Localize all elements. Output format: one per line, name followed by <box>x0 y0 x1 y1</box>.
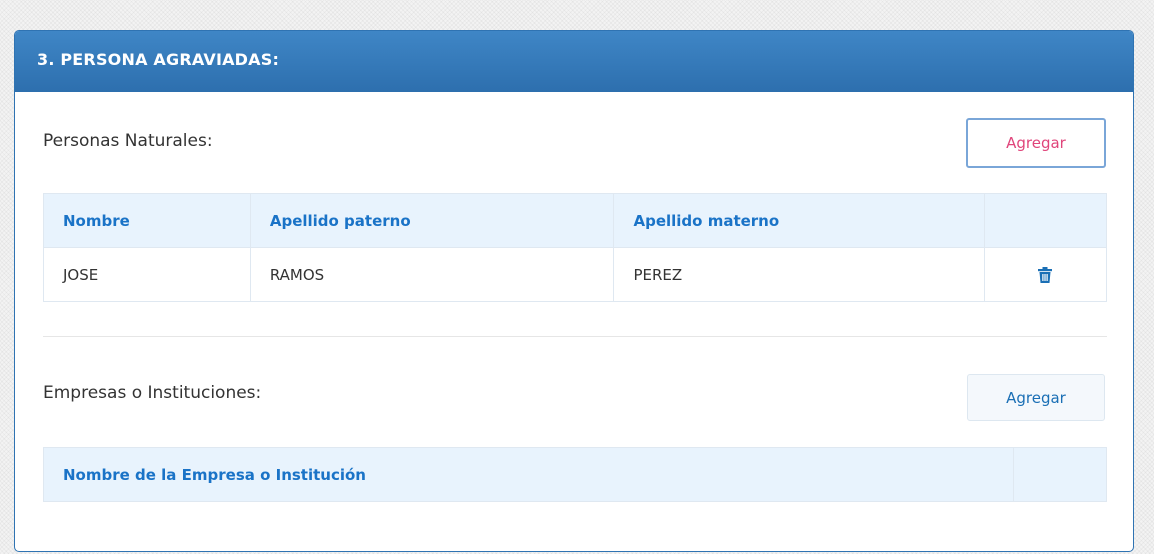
empresas-table: Nombre de la Empresa o Institución <box>42 447 1107 502</box>
table-header-row: Nombre Apellido paterno Apellido materno <box>43 193 1107 248</box>
add-persona-natural-button[interactable]: Agregar <box>966 118 1106 168</box>
panel-header: 3. PERSONA AGRAVIADAS: <box>15 31 1133 92</box>
column-header-apellido-paterno: Apellido paterno <box>249 193 615 248</box>
persona-agraviadas-panel: 3. PERSONA AGRAVIADAS: Personas Naturale… <box>14 30 1134 552</box>
column-header-nombre: Nombre <box>43 193 251 248</box>
personas-naturales-table: Nombre Apellido paterno Apellido materno… <box>43 193 1107 302</box>
table-row: JOSE RAMOS PEREZ <box>43 247 1107 302</box>
table-header-row: Nombre de la Empresa o Institución <box>42 447 1107 502</box>
cell-nombre: JOSE <box>43 247 251 302</box>
column-header-nombre-empresa: Nombre de la Empresa o Institución <box>42 447 1015 502</box>
section-divider <box>43 336 1107 337</box>
column-header-actions <box>1013 447 1107 502</box>
cell-apellido-materno: PEREZ <box>613 247 986 302</box>
cell-apellido-paterno: RAMOS <box>249 247 615 302</box>
section-title: 3. PERSONA AGRAVIADAS: <box>37 50 280 69</box>
personas-naturales-label: Personas Naturales: <box>43 131 213 151</box>
column-header-actions <box>984 193 1107 248</box>
trash-icon[interactable] <box>1038 267 1053 283</box>
column-header-apellido-materno: Apellido materno <box>613 193 986 248</box>
cell-actions <box>984 247 1107 302</box>
add-empresa-button[interactable]: Agregar <box>967 374 1105 421</box>
empresas-label: Empresas o Instituciones: <box>43 383 262 403</box>
